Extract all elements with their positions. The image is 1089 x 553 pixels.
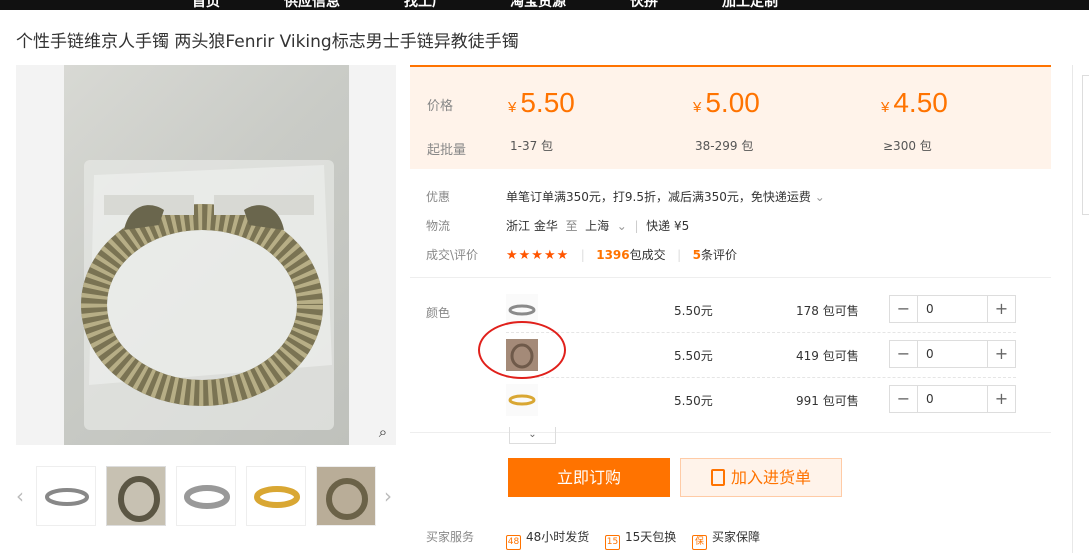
sku-thumbnail-gold[interactable]: [506, 384, 538, 416]
chevron-down-icon[interactable]: ⌄: [613, 219, 631, 233]
moq-label: 起批量: [427, 143, 467, 158]
bracelet-photo: [64, 65, 349, 445]
divider: [410, 432, 1051, 433]
top-nav-item[interactable]: 找工厂: [404, 0, 446, 10]
thumbnail-strip: ‹ ›: [16, 466, 396, 526]
sku-row-1: 5.50元 178 包可售 − 0 +: [506, 288, 1016, 333]
plus-button[interactable]: +: [988, 341, 1015, 367]
logistics-row: 物流 浙江 金华 至 上海 ⌄ | 快递 ¥5: [426, 219, 690, 233]
range-tier-1: 1-37 包: [510, 139, 554, 153]
shipping-method: 快递 ¥5: [646, 219, 690, 233]
rating-stars: ★★★★★: [506, 248, 570, 263]
add-to-cart-button[interactable]: 加入进货单: [680, 458, 842, 497]
promo-row: 优惠 单笔订单满350元，打9.5折，减后满350元，免快递运费 ⌄: [426, 190, 825, 204]
plus-button[interactable]: +: [988, 296, 1015, 322]
sku-stock: 991 包可售: [796, 394, 859, 408]
sku-price: 5.50元: [674, 394, 713, 408]
chevron-down-icon[interactable]: ⌄: [815, 190, 825, 204]
deal-count[interactable]: 1396: [596, 248, 629, 262]
quantity-stepper: − 0 +: [889, 385, 1016, 413]
zoom-icon[interactable]: ⌕: [372, 421, 394, 443]
expand-chevron-icon[interactable]: ⌄: [509, 427, 556, 444]
promo-text: 单笔订单满350元，打9.5折，减后满350元，免快递运费: [506, 190, 811, 204]
quantity-input[interactable]: 0: [917, 296, 988, 322]
service-protection: 保买家保障: [692, 528, 760, 550]
thumbnail-3[interactable]: [176, 466, 236, 526]
thumbnail-1[interactable]: [36, 466, 96, 526]
top-nav-item[interactable]: 淘宝货源: [510, 0, 566, 10]
right-side-panel[interactable]: [1082, 75, 1089, 215]
price-label: 价格: [427, 99, 454, 114]
order-now-button[interactable]: 立即订购: [508, 458, 670, 497]
price-tier-2: ¥5.00: [693, 87, 760, 118]
price-tier-1: ¥5.50: [508, 87, 575, 118]
quantity-input[interactable]: 0: [917, 341, 988, 367]
sku-stock: 419 包可售: [796, 349, 859, 363]
top-nav-links: 首页 供应信息 找工厂 淘宝货源 伙拼 加工定制: [192, 0, 778, 10]
right-divider: [1072, 65, 1073, 553]
thumbnail-5[interactable]: [316, 466, 376, 526]
plus-button[interactable]: +: [988, 386, 1015, 412]
service-exchange: 15 15天包换: [605, 528, 676, 550]
review-count[interactable]: 5: [693, 248, 701, 262]
services-label: 买家服务: [426, 530, 475, 544]
top-nav-item[interactable]: 供应信息: [284, 0, 340, 10]
top-nav-item[interactable]: 伙拼: [630, 0, 658, 10]
clock-icon: 48: [506, 535, 521, 550]
sku-price: 5.50元: [674, 304, 713, 318]
quantity-stepper: − 0 +: [889, 340, 1016, 368]
price-tier-3: ¥4.50: [881, 87, 948, 118]
top-nav-item[interactable]: 首页: [192, 0, 220, 10]
range-tier-3: ≥300 包: [883, 139, 932, 153]
top-nav-item[interactable]: 加工定制: [722, 0, 778, 10]
sku-row-3: 5.50元 991 包可售 − 0 +: [506, 378, 1016, 423]
shield-icon: 保: [692, 535, 707, 550]
color-label: 颜色: [426, 306, 451, 320]
clipboard-icon: [710, 469, 725, 486]
logistics-destination[interactable]: 上海: [585, 219, 609, 233]
thumbnail-next-icon[interactable]: ›: [384, 484, 392, 508]
sku-stock: 178 包可售: [796, 304, 859, 318]
divider: [410, 277, 1051, 278]
service-48h: 48 48小时发货: [506, 528, 589, 550]
logistics-from: 浙江 金华: [506, 219, 558, 233]
minus-button[interactable]: −: [890, 386, 917, 412]
sku-price: 5.50元: [674, 349, 713, 363]
top-navigation-bar: 首页 供应信息 找工厂 淘宝货源 伙拼 加工定制: [0, 0, 1089, 10]
quantity-stepper: − 0 +: [889, 295, 1016, 323]
calendar-icon: 15: [605, 535, 620, 550]
product-title: 个性手链维京人手镯 两头狼Fenrir Viking标志男士手链异教徒手镯: [16, 32, 519, 52]
main-product-image[interactable]: ⌕: [16, 65, 396, 445]
annotation-circle: [478, 321, 566, 379]
thumbnail-2[interactable]: [106, 466, 166, 526]
minus-button[interactable]: −: [890, 341, 917, 367]
quantity-input[interactable]: 0: [917, 386, 988, 412]
deals-row: 成交\评价 ★★★★★ | 1396包成交 | 5条评价: [426, 248, 737, 263]
thumbnail-4[interactable]: [246, 466, 306, 526]
price-panel: 价格 起批量 ¥5.50 ¥5.00 ¥4.50 1-37 包 38-299 包…: [410, 65, 1051, 169]
minus-button[interactable]: −: [890, 296, 917, 322]
thumbnail-prev-icon[interactable]: ‹: [16, 484, 24, 508]
range-tier-2: 38-299 包: [695, 139, 754, 153]
sku-row-2: 5.50元 419 包可售 − 0 +: [506, 333, 1016, 378]
